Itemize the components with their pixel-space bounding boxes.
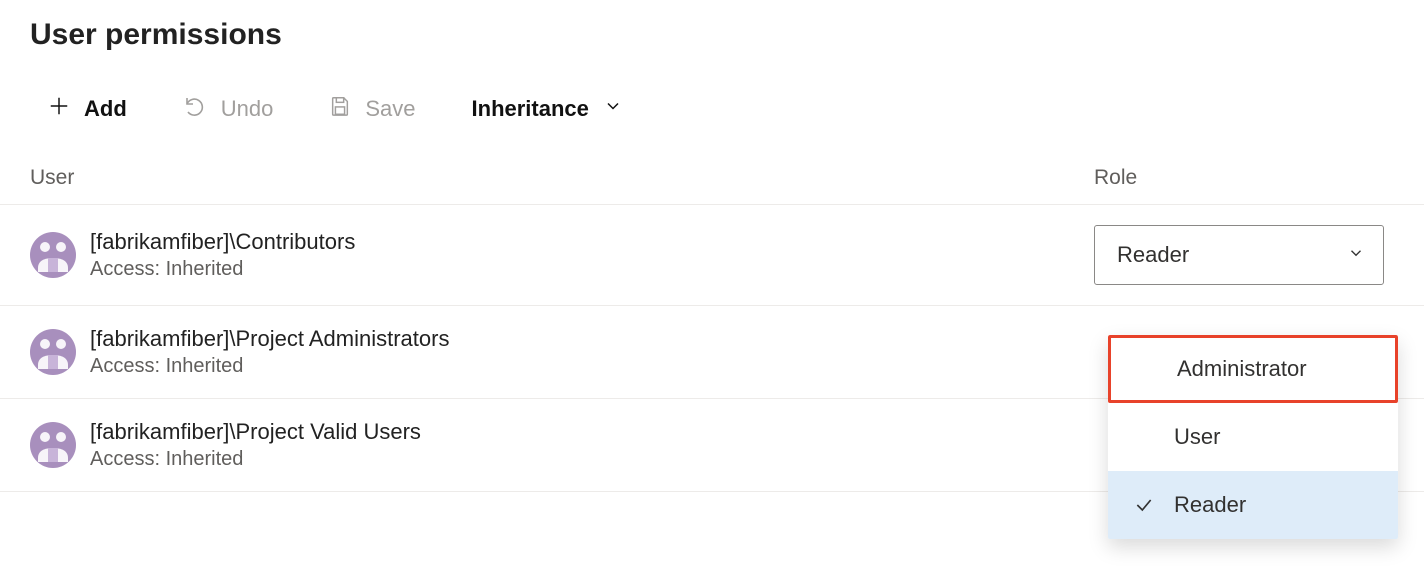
table-header: User Role (0, 148, 1424, 205)
undo-label: Undo (221, 96, 274, 122)
group-avatar-icon (30, 329, 76, 375)
add-label: Add (84, 96, 127, 122)
group-avatar-icon (30, 232, 76, 278)
chevron-down-icon (1347, 242, 1365, 268)
dropdown-option-label: User (1174, 424, 1220, 450)
table-row: [fabrikamfiber]\Contributors Access: Inh… (0, 205, 1424, 306)
user-name: [fabrikamfiber]\Project Valid Users (90, 419, 421, 445)
user-access: Access: Inherited (90, 448, 421, 471)
dropdown-option-label: Administrator (1177, 356, 1307, 382)
dropdown-option-label: Reader (1174, 492, 1246, 518)
dropdown-option-user[interactable]: User (1108, 403, 1398, 471)
user-access: Access: Inherited (90, 258, 355, 281)
user-name: [fabrikamfiber]\Contributors (90, 229, 355, 255)
page-title: User permissions (0, 0, 1424, 60)
save-icon (329, 95, 351, 123)
role-dropdown: Administrator User Reader (1108, 335, 1398, 539)
toolbar: Add Undo Save Inheritance (0, 60, 1424, 148)
inheritance-button[interactable]: Inheritance (472, 96, 623, 122)
save-button[interactable]: Save (329, 95, 415, 123)
add-button[interactable]: Add (48, 95, 127, 123)
dropdown-option-reader[interactable]: Reader (1108, 471, 1398, 539)
dropdown-option-administrator[interactable]: Administrator (1108, 335, 1398, 403)
role-select[interactable]: Reader (1094, 225, 1384, 285)
column-header-user: User (30, 166, 1094, 190)
plus-icon (48, 95, 70, 123)
check-icon (1130, 495, 1158, 515)
user-access: Access: Inherited (90, 355, 449, 378)
user-name: [fabrikamfiber]\Project Administrators (90, 326, 449, 352)
chevron-down-icon (603, 96, 623, 122)
save-label: Save (365, 96, 415, 122)
group-avatar-icon (30, 422, 76, 468)
undo-icon (183, 94, 207, 124)
column-header-role: Role (1094, 166, 1394, 190)
undo-button[interactable]: Undo (183, 94, 274, 124)
role-select-value: Reader (1117, 242, 1189, 268)
inheritance-label: Inheritance (472, 96, 589, 122)
